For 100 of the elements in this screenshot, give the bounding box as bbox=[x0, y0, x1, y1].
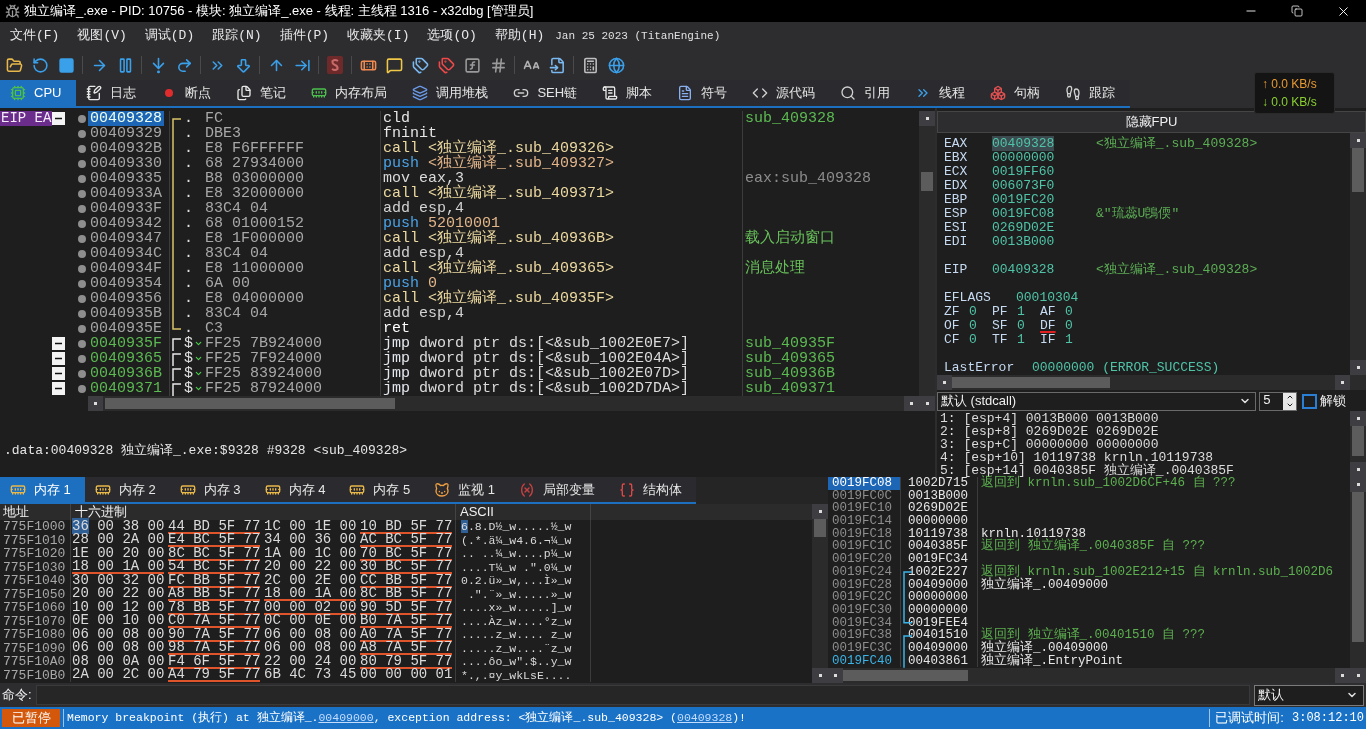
breakpoint-dot-icon[interactable] bbox=[78, 159, 86, 168]
hex-cell[interactable]: 0C 00 0E 00 bbox=[264, 615, 357, 629]
file-input-icon[interactable] bbox=[548, 56, 566, 74]
vertical-scrollbar[interactable] bbox=[1350, 477, 1366, 683]
register-value[interactable]: 0019FC08 bbox=[992, 206, 1055, 221]
scrollbar-thumb[interactable] bbox=[1352, 148, 1364, 192]
tab[interactable]: 调用堆栈 bbox=[402, 80, 504, 106]
instruction-cell[interactable]: jmp dword ptr ds:[<&sub_1002E0E7>] bbox=[383, 336, 742, 351]
hex-cell[interactable]: FC BB 5F 77 bbox=[168, 574, 261, 588]
breakpoint-dot-icon[interactable] bbox=[78, 339, 86, 348]
hex-cell[interactable]: 18 00 1A 00 bbox=[264, 588, 357, 602]
tab[interactable]: 内存 3 bbox=[169, 477, 255, 502]
breakpoint-dot-icon[interactable] bbox=[78, 234, 86, 243]
address-cell[interactable]: 0040933A bbox=[88, 186, 164, 201]
hex-cell[interactable]: A8 7A 5F 77 bbox=[360, 642, 453, 656]
arrow-down-icon[interactable] bbox=[234, 56, 252, 74]
flag-value[interactable]: 0 bbox=[969, 305, 977, 319]
scrollbar-thumb[interactable] bbox=[105, 398, 395, 409]
chevron-up-icon[interactable] bbox=[1285, 393, 1294, 401]
column-header[interactable]: 地址 bbox=[0, 504, 71, 520]
hex-cell[interactable]: E4 BC 5F 77 bbox=[168, 534, 261, 548]
scroll-left-button[interactable] bbox=[88, 396, 103, 411]
address-cell[interactable]: 0019FC0C bbox=[828, 489, 900, 503]
flag-value[interactable]: 1 bbox=[1065, 333, 1073, 347]
breakpoint-dot-icon[interactable] bbox=[78, 354, 86, 363]
menu-item[interactable]: 跟踪(N) bbox=[203, 23, 271, 49]
hex-cell[interactable]: 2C 00 2E 00 bbox=[264, 574, 357, 588]
register-value[interactable]: 0019FC20 bbox=[992, 192, 1055, 207]
tab[interactable]: 脚本 bbox=[592, 80, 668, 106]
address-cell[interactable]: 00409365 bbox=[88, 351, 164, 366]
scroll-down-button[interactable] bbox=[1350, 668, 1366, 683]
vertical-scrollbar[interactable] bbox=[812, 504, 828, 683]
hex-cell[interactable]: 1A 00 1C 00 bbox=[264, 547, 357, 561]
tab[interactable]: 局部变量 bbox=[509, 477, 610, 502]
instruction-cell[interactable]: call <独立编译_.sub_409365> bbox=[383, 261, 742, 276]
address-cell[interactable]: 00409371 bbox=[88, 381, 164, 396]
hex-cell[interactable]: F4 6F 5F 77 bbox=[168, 655, 261, 669]
tab[interactable]: 符号 bbox=[667, 80, 743, 106]
collapse-icon[interactable] bbox=[52, 112, 65, 125]
scroll-up-button[interactable] bbox=[1350, 477, 1366, 492]
address-cell[interactable]: 0019FC40 bbox=[828, 654, 900, 668]
redo-arrow-icon[interactable] bbox=[175, 56, 193, 74]
hex-cell[interactable]: 20 00 22 00 bbox=[264, 561, 357, 575]
globe-icon[interactable] bbox=[607, 56, 625, 74]
horizontal-scrollbar[interactable] bbox=[937, 375, 1350, 390]
address-cell[interactable]: 00409356 bbox=[88, 291, 164, 306]
scroll-right-button[interactable] bbox=[904, 396, 919, 411]
scrollbar-thumb[interactable] bbox=[921, 172, 933, 191]
scroll-left-button[interactable] bbox=[828, 668, 843, 683]
breakpoint-dot-icon[interactable] bbox=[78, 189, 86, 198]
hex-cell[interactable]: 30 00 32 00 bbox=[72, 574, 165, 588]
vertical-scrollbar[interactable] bbox=[919, 111, 935, 411]
breakpoint-dot-icon[interactable] bbox=[78, 309, 86, 318]
menu-item[interactable]: 插件(P) bbox=[270, 23, 339, 49]
address-cell[interactable]: 0040933F bbox=[88, 201, 164, 216]
folder-icon[interactable] bbox=[5, 56, 23, 74]
address-cell[interactable]: 00409347 bbox=[88, 231, 164, 246]
address-cell[interactable]: 0019FC20 bbox=[828, 553, 900, 566]
flag-value[interactable]: 1 bbox=[1017, 305, 1025, 319]
collapse-icon[interactable] bbox=[52, 367, 65, 380]
hex-cell[interactable]: 06 00 08 00 bbox=[264, 628, 357, 642]
collapse-icon[interactable] bbox=[52, 382, 65, 395]
scroll-right-button[interactable] bbox=[1335, 668, 1350, 683]
collapse-icon[interactable] bbox=[52, 352, 65, 365]
hex-cell[interactable]: CC BB 5F 77 bbox=[360, 574, 453, 588]
hex-cell[interactable]: 18 00 1A 00 bbox=[72, 561, 165, 575]
hex-cell[interactable]: 6B 4C 73 45 bbox=[264, 669, 357, 683]
hex-cell[interactable]: AC BC 5F 77 bbox=[360, 534, 453, 548]
hex-cell[interactable]: 2A 00 2C 00 bbox=[72, 669, 165, 683]
flag-value[interactable]: 0 bbox=[969, 319, 977, 333]
hex-cell[interactable]: 78 BB 5F 77 bbox=[168, 601, 261, 615]
breakpoint-dot-icon[interactable] bbox=[78, 174, 86, 183]
tab[interactable]: 内存 1 bbox=[0, 477, 85, 502]
convention-select[interactable]: 默认 (stdcall) bbox=[937, 391, 1256, 411]
comment-icon[interactable] bbox=[385, 56, 403, 74]
hash-icon[interactable] bbox=[489, 56, 507, 74]
scroll-up-button[interactable] bbox=[1350, 133, 1366, 148]
address-cell[interactable]: 0040936B bbox=[88, 366, 164, 381]
register-value[interactable]: 0269D02E bbox=[992, 220, 1055, 235]
tab[interactable]: 句柄 bbox=[980, 80, 1056, 106]
breakpoint-dot-icon[interactable] bbox=[78, 219, 86, 228]
hex-cell[interactable]: 90 7A 5F 77 bbox=[168, 628, 261, 642]
flag-value[interactable]: 0 bbox=[1065, 305, 1073, 319]
address-cell[interactable]: 0019FC24 bbox=[828, 565, 900, 579]
hex-cell[interactable]: 34 00 36 00 bbox=[264, 534, 357, 548]
breakpoint-dot-icon[interactable] bbox=[78, 294, 86, 303]
collapse-icon[interactable] bbox=[52, 337, 65, 350]
scroll-up-button[interactable] bbox=[919, 111, 935, 126]
mode-select[interactable]: 默认 bbox=[1254, 684, 1364, 706]
instruction-cell[interactable]: jmp dword ptr ds:[<&sub_1002D7DA>] bbox=[383, 381, 742, 396]
register-value[interactable]: 00409328 bbox=[992, 262, 1055, 277]
breakpoint-dot-icon[interactable] bbox=[78, 324, 86, 333]
menu-item[interactable]: 选项(O) bbox=[418, 23, 486, 49]
hex-cell[interactable]: 98 7A 5F 77 bbox=[168, 642, 261, 656]
address-cell[interactable]: 00409329 bbox=[88, 126, 164, 141]
tab[interactable]: 源代码 bbox=[742, 80, 831, 106]
hex-cell[interactable]: 10 00 12 00 bbox=[72, 601, 165, 615]
address-cell[interactable]: 0040932B bbox=[88, 141, 164, 156]
hex-cell[interactable]: 90 5D 5F 77 bbox=[360, 601, 453, 615]
function-icon[interactable] bbox=[463, 56, 481, 74]
